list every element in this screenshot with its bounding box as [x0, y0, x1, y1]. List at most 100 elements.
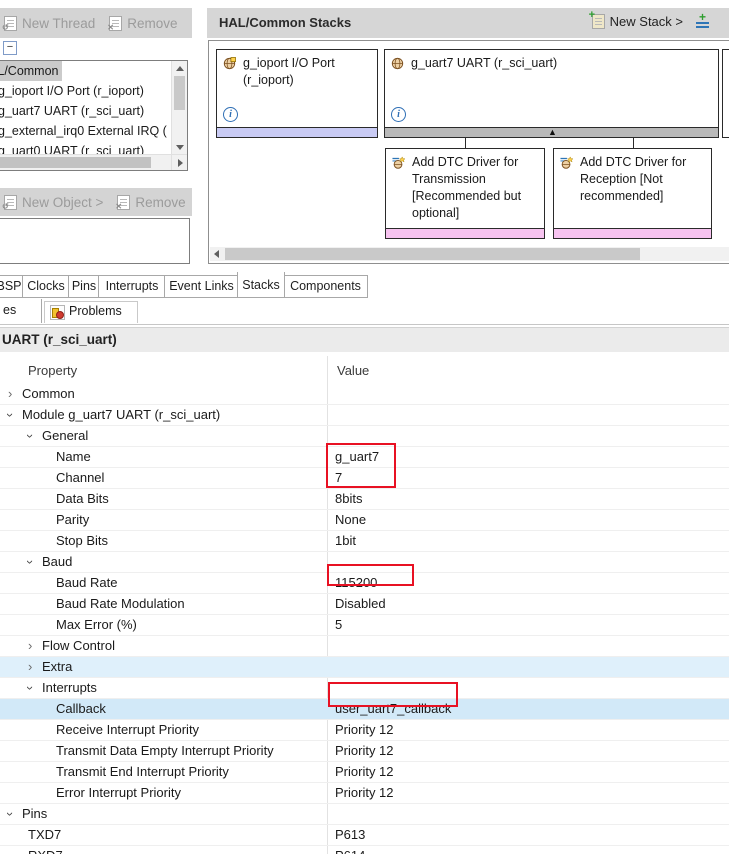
property-row[interactable]: Stop Bits1bit [0, 531, 729, 552]
tab-components[interactable]: Components [283, 275, 368, 298]
objects-toolbar: ↺ New Object > ✕ Remove [0, 188, 192, 216]
collapse-arrow-icon[interactable]: › [20, 560, 40, 564]
stack-box-dtc-reception[interactable]: Add DTC Driver for Reception [Not recomm… [553, 148, 712, 239]
annotation-box-baud-rate [327, 564, 414, 586]
stack-box-title: g_ioport I/O Port (r_ioport) [243, 55, 373, 89]
property-name: Parity [56, 510, 89, 530]
property-value[interactable]: Priority 12 [335, 762, 394, 782]
new-thread-button[interactable]: ↺ New Thread [4, 16, 95, 31]
property-name: Baud [42, 552, 72, 572]
tab-label: Problems [69, 304, 122, 318]
property-name: Extra [42, 657, 72, 677]
threads-toolbar: ↺ New Thread ✕ Remove [0, 8, 192, 38]
scrollbar-thumb[interactable] [225, 248, 640, 260]
stack-box-guart7[interactable]: g_uart7 UART (r_sci_uart) i ▲ [384, 49, 719, 138]
property-row[interactable]: RXD7 P614 [0, 846, 729, 854]
property-row[interactable]: ›Flow Control [0, 636, 729, 657]
property-value[interactable]: 1bit [335, 531, 356, 551]
property-row[interactable]: Max Error (%)5 [0, 615, 729, 636]
property-value[interactable]: P613 [335, 825, 365, 845]
new-thread-label: New Thread [22, 16, 95, 31]
property-name: Common [22, 384, 75, 404]
property-name: RXD7 [28, 846, 63, 854]
extend-stack-icon[interactable]: + [695, 13, 711, 30]
tab-stacks[interactable]: Stacks [237, 272, 285, 298]
collapse-arrow-icon[interactable]: › [20, 434, 40, 438]
scroll-left-icon[interactable] [214, 250, 219, 258]
property-row[interactable]: Data Bits8bits [0, 489, 729, 510]
tab-event-links[interactable]: Event Links [164, 275, 239, 298]
tab-problems[interactable]: Problems [44, 301, 138, 323]
property-row[interactable]: ›Pins [0, 804, 729, 825]
tree-item-label: HAL/Common [0, 61, 62, 81]
properties-table: Property Value ›Common›Module g_uart7 UA… [0, 352, 729, 854]
property-value[interactable]: None [335, 510, 366, 530]
remove-object-button[interactable]: ✕ Remove [117, 195, 185, 210]
properties-view-title: UART (r_sci_uart) [2, 332, 117, 347]
property-name: General [42, 426, 88, 446]
collapse-triangle-icon[interactable]: ▲ [548, 128, 557, 137]
tree-horizontal-scrollbar[interactable] [0, 154, 172, 170]
tree-item-label: g_external_irq0 External IRQ ( [0, 121, 167, 141]
property-row[interactable]: TXD7P613 [0, 825, 729, 846]
property-name: Error Interrupt Priority [56, 783, 181, 803]
property-name: Pins [22, 804, 47, 824]
stack-box-gioport[interactable]: g_ioport I/O Port (r_ioport) i [216, 49, 378, 138]
property-value[interactable]: 5 [335, 615, 342, 635]
property-value[interactable]: Priority 12 [335, 783, 394, 803]
tab-bsp[interactable]: BSP [0, 275, 24, 298]
tab-pins[interactable]: Pins [68, 275, 100, 298]
collapse-arrow-icon[interactable]: › [0, 413, 20, 417]
scrollbar-thumb[interactable] [174, 76, 185, 110]
property-row[interactable]: › Common [0, 384, 729, 405]
property-value[interactable]: P614 [335, 846, 365, 854]
property-value[interactable]: 8bits [335, 489, 362, 509]
property-row[interactable]: Error Interrupt Priority Priority 12 [0, 783, 729, 804]
remove-thread-button[interactable]: ✕ Remove [109, 16, 177, 31]
stack-expand-strip[interactable]: ▲ [385, 127, 718, 137]
new-object-button[interactable]: ↺ New Object > [4, 195, 103, 210]
tree-item[interactable]: g_ioport I/O Port (r_ioport) [0, 81, 187, 101]
scroll-up-icon[interactable] [176, 66, 184, 71]
property-row[interactable]: Baud Rate Modulation Disabled [0, 594, 729, 615]
property-row[interactable]: Transmit End Interrupt PriorityPriority … [0, 762, 729, 783]
collapse-all-icon[interactable]: − [3, 41, 17, 55]
property-row[interactable]: › Extra [0, 657, 729, 678]
tab-properties[interactable]: es [0, 299, 42, 323]
property-value[interactable]: Priority 12 [335, 741, 394, 761]
property-row[interactable]: Receive Interrupt PriorityPriority 12 [0, 720, 729, 741]
tree-item[interactable]: g_uart7 UART (r_sci_uart) [0, 101, 187, 121]
tree-vertical-scrollbar[interactable] [171, 61, 187, 154]
property-row[interactable]: Transmit Data Empty Interrupt PriorityPr… [0, 741, 729, 762]
stack-box-clipped[interactable] [722, 49, 729, 138]
scroll-down-icon[interactable] [176, 145, 184, 150]
stack-box-dtc-transmission[interactable]: Add DTC Driver for Transmission [Recomme… [385, 148, 545, 239]
tree-item[interactable]: g_external_irq0 External IRQ ( [0, 121, 187, 141]
property-name: Baud Rate Modulation [56, 594, 185, 614]
tree-item[interactable]: HAL/Common [0, 61, 187, 81]
expand-arrow-icon[interactable]: › [28, 636, 32, 656]
tab-interrupts[interactable]: Interrupts [98, 275, 166, 298]
collapse-arrow-icon[interactable]: › [20, 686, 40, 690]
property-value[interactable]: Priority 12 [335, 720, 394, 740]
tree-item-label: g_ioport I/O Port (r_ioport) [0, 81, 144, 101]
expand-arrow-icon[interactable]: › [8, 384, 12, 404]
tab-clocks[interactable]: Clocks [22, 275, 70, 298]
stack-status-strip [554, 228, 711, 238]
threads-tree: HAL/Commong_ioport I/O Port (r_ioport)g_… [0, 60, 188, 171]
stacks-pane-title: HAL/Common Stacks [219, 15, 351, 30]
property-row[interactable]: Parity None [0, 510, 729, 531]
new-stack-icon: + [592, 14, 605, 29]
scrollbar-thumb[interactable] [0, 157, 151, 168]
new-stack-button[interactable]: + New Stack > [592, 14, 683, 29]
info-icon[interactable]: i [391, 107, 406, 122]
scroll-right-button[interactable] [171, 154, 187, 170]
info-icon[interactable]: i [223, 107, 238, 122]
property-row[interactable]: ›Module g_uart7 UART (r_sci_uart) [0, 405, 729, 426]
stacks-horizontal-scrollbar[interactable] [210, 247, 729, 261]
collapse-arrow-icon[interactable]: › [0, 812, 20, 816]
module-icon [391, 57, 404, 70]
expand-arrow-icon[interactable]: › [28, 657, 32, 677]
property-value[interactable]: Disabled [335, 594, 386, 614]
problems-icon [50, 305, 65, 320]
